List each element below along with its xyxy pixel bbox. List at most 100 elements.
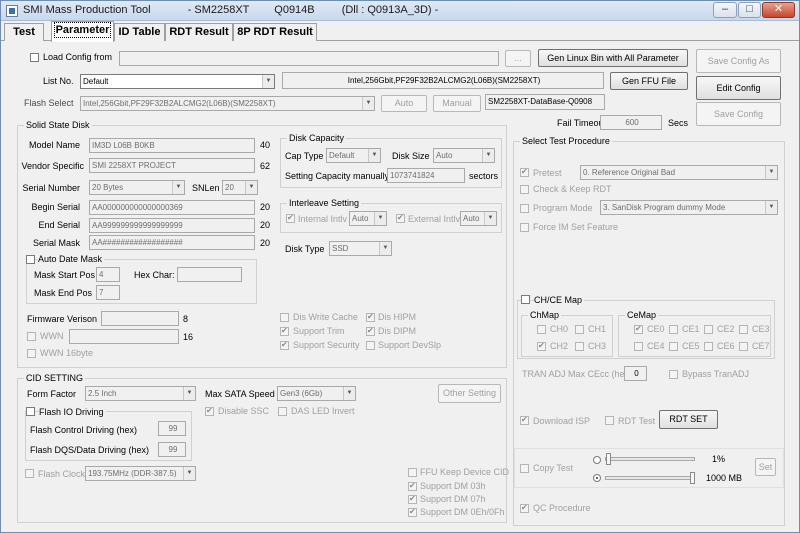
disk-size-select[interactable]: Auto ▼	[433, 148, 495, 163]
save-config-button[interactable]: Save Config	[696, 102, 781, 126]
ch2-checkbox[interactable]	[537, 341, 546, 351]
fail-timeout-label: Fail Timeout	[557, 118, 607, 128]
minimize-button[interactable]: –	[713, 2, 737, 18]
other-setting-button[interactable]: Other Setting	[438, 384, 501, 403]
bypass-tranadj-checkbox[interactable]	[669, 370, 678, 379]
serial-mask-length: 20	[260, 238, 271, 248]
copy-set-button[interactable]: Set	[755, 458, 776, 476]
copy-mb-slider[interactable]	[605, 476, 695, 480]
flash-control-driving-input[interactable]: 99	[158, 421, 186, 436]
gen-linux-bin-button[interactable]: Gen Linux Bin with All Parameter	[538, 49, 688, 67]
snlen-select[interactable]: 20 ▼	[222, 180, 258, 195]
close-button[interactable]: ✕	[762, 2, 795, 18]
flash-io-driving-checkbox[interactable]	[26, 407, 35, 416]
rdt-set-button[interactable]: RDT SET	[659, 410, 718, 429]
ce7-checkbox[interactable]	[739, 342, 748, 351]
program-mode-select[interactable]: 3. SanDisk Program dummy Mode ▼	[600, 200, 778, 215]
ce1-checkbox[interactable]	[669, 325, 678, 334]
ch1-checkbox[interactable]	[575, 325, 584, 334]
tab-parameter[interactable]: Parameter	[51, 21, 114, 42]
flash-clock-checkbox[interactable]	[25, 469, 34, 478]
model-name-input[interactable]: IM3D L06B B0KB	[89, 138, 255, 153]
program-mode-checkbox[interactable]	[520, 204, 529, 213]
maximize-button[interactable]: □	[738, 2, 761, 18]
hex-char-input[interactable]	[177, 267, 242, 282]
load-config-path[interactable]	[119, 51, 499, 66]
disk-type-select[interactable]: SSD ▼	[329, 241, 392, 256]
copy-percent-radio[interactable]	[593, 456, 601, 464]
wwn-checkbox[interactable]	[27, 332, 36, 341]
load-config-checkbox[interactable]	[30, 53, 39, 62]
gen-ffu-file-button[interactable]: Gen FFU File	[610, 72, 688, 90]
copy-percent-slider[interactable]	[605, 457, 695, 461]
edit-config-button[interactable]: Edit Config	[696, 76, 781, 100]
browse-button[interactable]: ...	[505, 50, 531, 67]
flash-select-combo[interactable]: Intel,256Gbit,PF29F32B2ALCMG2(L06B)(SM22…	[80, 96, 375, 111]
flash-clock-select[interactable]: 193.75MHz (DDR-387.5) ▼	[85, 466, 196, 481]
pretest-select[interactable]: 0. Reference Original Bad ▼	[580, 165, 778, 180]
end-serial-input[interactable]: AA999999999999999999	[89, 218, 255, 233]
external-intlv-select[interactable]: Auto ▼	[460, 211, 497, 226]
ffu-keep-cid-checkbox[interactable]	[408, 468, 417, 477]
tab-8p-rdt-result[interactable]: 8P RDT Result	[233, 23, 317, 41]
support-dm07-checkbox[interactable]	[408, 494, 417, 504]
ce3-checkbox[interactable]	[739, 325, 748, 334]
support-security-checkbox[interactable]	[280, 340, 289, 350]
mask-start-input[interactable]: 4	[96, 267, 120, 282]
tran-adj-input[interactable]: 0	[624, 366, 647, 381]
rdt-test-checkbox[interactable]	[605, 416, 614, 425]
save-config-as-button[interactable]: Save Config As	[696, 49, 781, 73]
qc-procedure-checkbox[interactable]	[520, 503, 529, 513]
dis-hipm-checkbox[interactable]	[366, 312, 375, 322]
support-devslp-checkbox[interactable]	[366, 341, 375, 350]
support-dm0e-checkbox[interactable]	[408, 507, 417, 517]
mask-end-input[interactable]: 7	[96, 285, 120, 300]
support-dm03-checkbox[interactable]	[408, 481, 417, 491]
manual-button[interactable]: Manual	[433, 95, 481, 112]
copy-percent-slider-thumb[interactable]	[606, 453, 611, 465]
chce-map-checkbox[interactable]	[521, 295, 530, 304]
support-trim-checkbox[interactable]	[280, 326, 289, 336]
wwn-16byte-checkbox[interactable]	[27, 349, 36, 358]
vendor-specific-length: 62	[260, 161, 271, 171]
disable-ssc-checkbox[interactable]	[205, 406, 214, 416]
external-intlv-checkbox[interactable]	[396, 213, 405, 223]
auto-button[interactable]: Auto	[381, 95, 427, 112]
serial-number-select[interactable]: 20 Bytes ▼	[89, 180, 185, 195]
setting-capacity-input[interactable]: 1073741824	[387, 168, 465, 183]
tab-test[interactable]: Test	[4, 23, 44, 41]
tab-rdt-result[interactable]: RDT Result	[165, 23, 233, 41]
begin-serial-input[interactable]: AA000000000000000369	[89, 200, 255, 215]
check-keep-rdt-checkbox[interactable]	[520, 185, 529, 194]
cap-type-select[interactable]: Default ▼	[326, 148, 381, 163]
dis-write-cache-checkbox[interactable]	[280, 313, 289, 322]
flash-dqs-driving-input[interactable]: 99	[158, 442, 186, 457]
serial-mask-input[interactable]: AA##################	[89, 235, 255, 250]
wwn-input[interactable]	[69, 329, 179, 344]
form-factor-select[interactable]: 2.5 Inch ▼	[85, 386, 196, 401]
max-sata-speed-select[interactable]: Gen3 (6Gb) ▼	[277, 386, 356, 401]
copy-test-checkbox[interactable]	[520, 464, 529, 473]
copy-mb-radio[interactable]	[593, 474, 601, 482]
ce2-checkbox[interactable]	[704, 325, 713, 334]
vendor-specific-input[interactable]: SMI 2258XT PROJECT	[89, 158, 255, 173]
auto-date-mask-checkbox[interactable]	[26, 255, 35, 264]
das-led-invert-checkbox[interactable]	[278, 407, 287, 416]
ce0-checkbox[interactable]	[634, 324, 643, 334]
tab-id-table[interactable]: ID Table	[114, 23, 165, 41]
ce5-checkbox[interactable]	[669, 342, 678, 351]
force-im-checkbox[interactable]	[520, 223, 529, 232]
copy-mb-slider-thumb[interactable]	[690, 472, 695, 484]
ce6-checkbox[interactable]	[704, 342, 713, 351]
list-no-select[interactable]: Default ▼	[80, 74, 275, 89]
internal-intlv-checkbox[interactable]	[286, 213, 295, 223]
ce4-checkbox[interactable]	[634, 342, 643, 351]
fail-timeout-input[interactable]: 600	[600, 115, 662, 130]
download-isp-checkbox[interactable]	[520, 415, 529, 425]
ch0-checkbox[interactable]	[537, 325, 546, 334]
firmware-version-input[interactable]	[101, 311, 179, 326]
internal-intlv-select[interactable]: Auto ▼	[349, 211, 387, 226]
dis-dipm-checkbox[interactable]	[366, 326, 375, 336]
ch3-checkbox[interactable]	[575, 342, 584, 351]
pretest-checkbox[interactable]	[520, 167, 529, 177]
